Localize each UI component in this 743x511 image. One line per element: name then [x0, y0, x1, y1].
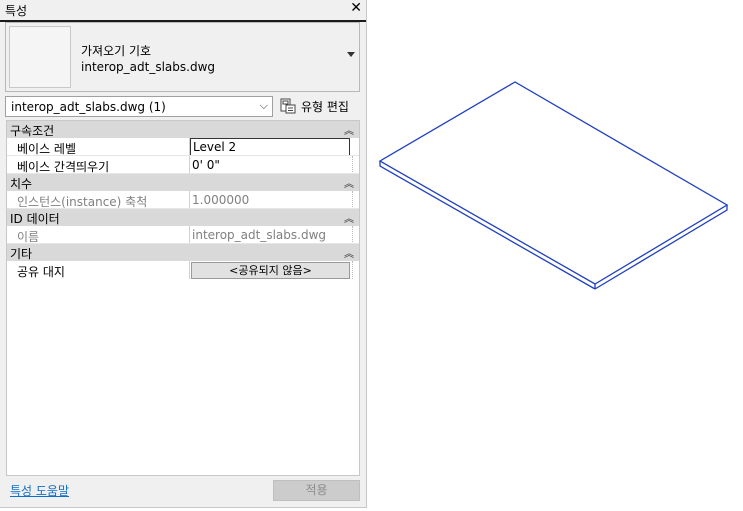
name-value: interop_adt_slabs.dwg [192, 228, 327, 242]
instance-filter-dropdown[interactable]: interop_adt_slabs.dwg (1) ⌵ [5, 96, 273, 117]
row-edge [352, 156, 353, 174]
collapse-icon[interactable]: ︽ [344, 210, 354, 225]
slab-front-edge-left [379, 161, 596, 290]
row-edge [352, 191, 353, 209]
collapse-icon[interactable]: ︽ [344, 245, 354, 260]
column-divider [189, 261, 190, 279]
property-name: 공유 대지 [17, 265, 65, 279]
column-divider [189, 226, 190, 244]
edit-type-label: 유형 편집 [301, 100, 349, 114]
property-row-instance-scale[interactable]: 인스턴스(instance) 축척 1.000000 [7, 191, 359, 209]
category-dimensions[interactable]: 치수 ︽ [7, 174, 359, 191]
row-edge [352, 261, 353, 279]
instance-filter-row: interop_adt_slabs.dwg (1) ⌵ 유형 편집 [5, 96, 360, 118]
property-row-shared-site[interactable]: 공유 대지 <공유되지 않음> [7, 261, 359, 279]
dropdown-arrow-icon[interactable] [347, 52, 355, 57]
collapse-icon[interactable]: ︽ [344, 175, 354, 190]
base-offset-value[interactable]: 0' 0" [192, 158, 220, 172]
shared-site-button[interactable]: <공유되지 않음> [191, 262, 350, 279]
category-other[interactable]: 기타 ︽ [7, 244, 359, 261]
category-label: 치수 [10, 177, 33, 191]
close-icon[interactable]: ✕ [350, 0, 362, 16]
drawing-view[interactable] [367, 0, 743, 508]
column-divider [189, 156, 190, 174]
type-name: interop_adt_slabs.dwg [81, 60, 216, 74]
chevron-down-icon[interactable]: ⌵ [260, 99, 268, 113]
palette-titlebar[interactable]: 특성 ✕ [0, 0, 366, 22]
category-constraints[interactable]: 구속조건 ︽ [7, 121, 359, 138]
apply-button[interactable]: 적용 [273, 480, 360, 501]
property-row-base-level[interactable]: 베이스 레벨 Level 2 [7, 138, 359, 156]
property-row-base-offset[interactable]: 베이스 간격띄우기 0' 0" [7, 156, 359, 174]
property-row-name[interactable]: 이름 interop_adt_slabs.dwg [7, 226, 359, 244]
category-label: 구속조건 [10, 124, 55, 138]
slab-view-svg [378, 81, 729, 290]
imported-dwg-slab[interactable] [378, 81, 729, 290]
base-level-value: Level 2 [193, 140, 237, 154]
properties-grid: 구속조건 ︽ 베이스 레벨 Level 2 베이스 간격띄우기 0' 0" 치수… [6, 120, 360, 476]
properties-help-link[interactable]: 특성 도움말 [10, 482, 69, 499]
collapse-icon[interactable]: ︽ [344, 122, 354, 137]
category-identity-data[interactable]: ID 데이터 ︽ [7, 209, 359, 226]
edit-type-icon [280, 98, 296, 114]
properties-palette: 특성 ✕ 가져오기 기호 interop_adt_slabs.dwg inter… [0, 0, 367, 508]
row-edge [352, 226, 353, 244]
edit-type-button[interactable]: 유형 편집 [280, 96, 360, 117]
palette-title: 특성 [5, 4, 28, 18]
column-divider [189, 191, 190, 209]
category-label: 기타 [10, 247, 33, 261]
type-family-name: 가져오기 기호 [81, 44, 152, 58]
instance-scale-value: 1.000000 [192, 193, 250, 207]
type-selector[interactable]: 가져오기 기호 interop_adt_slabs.dwg [5, 22, 360, 92]
base-level-field[interactable]: Level 2 [190, 138, 350, 156]
instance-filter-value: interop_adt_slabs.dwg (1) [11, 100, 166, 114]
slab-top-face [378, 81, 729, 285]
palette-footer: 특성 도움말 적용 [0, 478, 366, 507]
type-preview-thumbnail [9, 26, 71, 88]
category-label: ID 데이터 [10, 212, 60, 226]
